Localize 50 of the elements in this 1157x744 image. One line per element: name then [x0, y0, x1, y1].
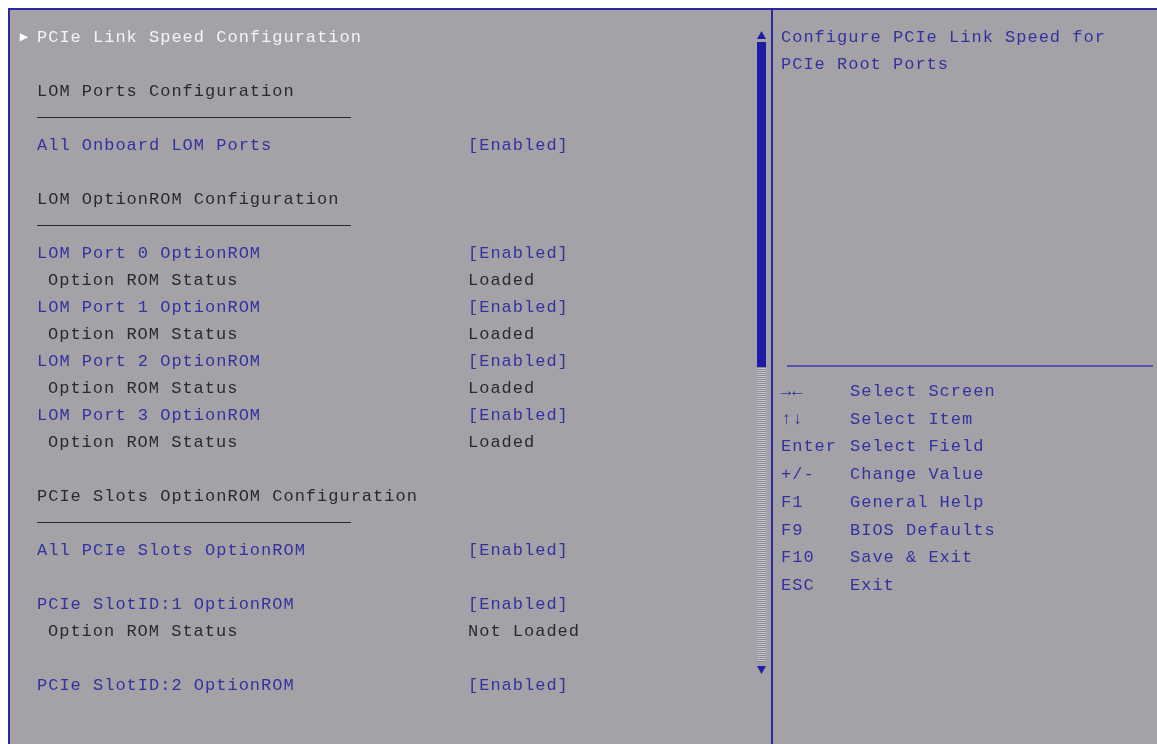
- status-value: Loaded: [468, 323, 536, 346]
- setting-value[interactable]: [Enabled]: [468, 402, 569, 429]
- key-action: Exit: [850, 574, 895, 597]
- key-action: Select Item: [850, 408, 974, 431]
- scroll-down-icon[interactable]: [756, 666, 766, 674]
- key-label: F1: [781, 491, 805, 514]
- status-label: Option ROM Status: [47, 269, 240, 292]
- key-action: Change Value: [850, 464, 985, 487]
- setting-label[interactable]: LOM Port 1 OptionROM: [37, 294, 468, 321]
- status-label: Option ROM Status: [47, 377, 240, 400]
- key-action: BIOS Defaults: [850, 519, 996, 542]
- key-action: Select Field: [850, 436, 985, 459]
- section-heading: LOM Ports Configuration: [37, 80, 295, 103]
- status-value: Not Loaded: [468, 620, 581, 643]
- submenu-link[interactable]: PCIe Link Speed Configuration: [37, 24, 362, 51]
- key-action: General Help: [850, 491, 985, 514]
- setting-label[interactable]: PCIe SlotID:2 OptionROM: [37, 672, 468, 699]
- key-label: ESC: [781, 574, 816, 597]
- status-value: Loaded: [468, 269, 536, 292]
- setting-value[interactable]: [Enabled]: [468, 240, 569, 267]
- key-label: +/-: [781, 464, 816, 487]
- setting-value[interactable]: [Enabled]: [468, 537, 569, 564]
- section-heading: PCIe Slots OptionROM Configuration: [37, 485, 418, 508]
- key-label: F10: [781, 547, 816, 570]
- help-text: Configure PCIe Link Speed for PCIe Root Ports: [781, 27, 1107, 76]
- section-heading: LOM OptionROM Configuration: [37, 188, 340, 211]
- setting-value[interactable]: [Enabled]: [468, 591, 569, 618]
- setting-label[interactable]: LOM Port 2 OptionROM: [37, 348, 468, 375]
- status-label: Option ROM Status: [47, 620, 240, 643]
- status-label: Option ROM Status: [47, 323, 240, 346]
- key-label: ↑↓: [781, 408, 805, 431]
- key-action: Select Screen: [850, 381, 996, 404]
- setting-value[interactable]: [Enabled]: [468, 348, 569, 375]
- key-label: →←: [781, 381, 805, 404]
- setting-label[interactable]: PCIe SlotID:1 OptionROM: [37, 591, 468, 618]
- setting-label[interactable]: All PCIe Slots OptionROM: [37, 537, 468, 564]
- setting-label[interactable]: LOM Port 3 OptionROM: [37, 402, 468, 429]
- submenu-marker-icon: ▶: [12, 27, 37, 48]
- scroll-up-icon[interactable]: [756, 31, 766, 39]
- status-label: Option ROM Status: [47, 431, 240, 454]
- setting-label[interactable]: LOM Port 0 OptionROM: [37, 240, 468, 267]
- setting-value[interactable]: [Enabled]: [468, 672, 569, 699]
- setting-label[interactable]: All Onboard LOM Ports: [37, 132, 468, 159]
- status-value: Loaded: [468, 431, 536, 454]
- setting-value[interactable]: [Enabled]: [468, 294, 569, 321]
- key-label: Enter: [781, 436, 838, 459]
- setting-value[interactable]: [Enabled]: [468, 132, 569, 159]
- status-value: Loaded: [468, 377, 536, 400]
- key-label: F9: [781, 519, 805, 542]
- key-action: Save & Exit: [850, 547, 974, 570]
